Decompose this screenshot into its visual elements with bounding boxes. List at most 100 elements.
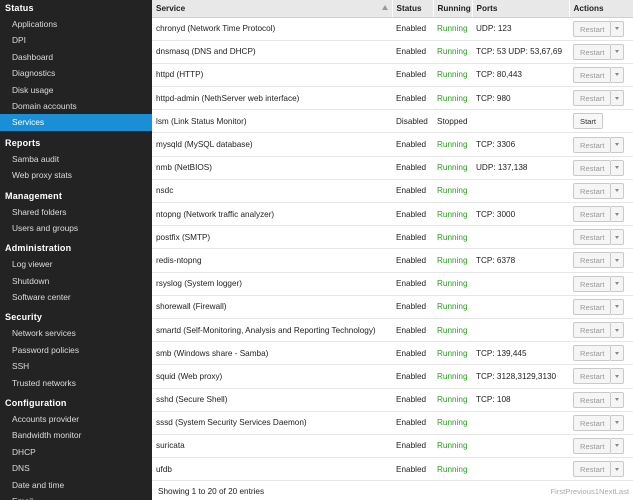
sidebar-item-web-proxy-stats[interactable]: Web proxy stats (0, 167, 152, 183)
actions-dropdown-toggle[interactable] (611, 437, 625, 454)
cell-status: Enabled (392, 179, 433, 204)
actions-dropdown-toggle[interactable] (611, 391, 625, 408)
restart-button[interactable]: Restart (573, 136, 612, 153)
cell-service: rsyslog (System logger) (152, 272, 392, 296)
restart-button[interactable]: Restart (573, 368, 612, 385)
cell-service: nmb (NetBIOS) (152, 156, 392, 180)
actions-dropdown-toggle[interactable] (611, 275, 625, 292)
restart-button[interactable]: Restart (573, 298, 612, 315)
sidebar-item-network-services[interactable]: Network services (0, 325, 152, 341)
restart-button[interactable]: Restart (573, 414, 612, 431)
restart-button[interactable]: Restart (573, 345, 612, 362)
actions-dropdown-toggle[interactable] (611, 252, 625, 269)
column-header-running[interactable]: Running (433, 0, 473, 18)
cell-status: Enabled (392, 341, 433, 366)
sidebar-item-users-and-groups[interactable]: Users and groups (0, 220, 152, 236)
actions-dropdown-toggle[interactable] (611, 414, 625, 431)
restart-button[interactable]: Restart (573, 437, 612, 454)
cell-actions: Restart (569, 179, 633, 204)
cell-actions: Restart (569, 272, 633, 296)
cell-status: Enabled (392, 225, 433, 250)
sidebar-item-shared-folders[interactable]: Shared folders (0, 204, 152, 220)
sidebar-item-dhcp[interactable]: DHCP (0, 444, 152, 460)
chevron-down-icon (615, 328, 620, 332)
services-table: Service Status Running Ports Actions chr… (152, 0, 633, 482)
sidebar-item-shutdown[interactable]: Shutdown (0, 273, 152, 289)
restart-button[interactable]: Restart (573, 43, 612, 60)
actions-dropdown-toggle[interactable] (611, 159, 625, 176)
restart-button[interactable]: Restart (573, 252, 612, 269)
sidebar-item-software-center[interactable]: Software center (0, 289, 152, 305)
sidebar-item-trusted-networks[interactable]: Trusted networks (0, 375, 152, 391)
cell-actions: Restart (569, 318, 633, 343)
column-header-service[interactable]: Service (152, 0, 393, 18)
restart-button[interactable]: Restart (573, 461, 612, 478)
cell-status: Enabled (392, 457, 433, 482)
actions-dropdown-toggle[interactable] (611, 461, 625, 478)
actions-dropdown-toggle[interactable] (611, 368, 625, 385)
actions-dropdown-toggle[interactable] (611, 182, 625, 199)
restart-button[interactable]: Restart (573, 182, 612, 199)
cell-running: Stopped (433, 109, 472, 134)
restart-button[interactable]: Restart (573, 229, 612, 246)
actions-dropdown-toggle[interactable] (611, 229, 625, 246)
sidebar-item-domain-accounts[interactable]: Domain accounts (0, 98, 152, 114)
sidebar-item-dashboard[interactable]: Dashboard (0, 49, 152, 65)
sidebar-item-dpi[interactable]: DPI (0, 32, 152, 48)
sidebar-item-email[interactable]: Email (0, 493, 152, 500)
actions-dropdown-toggle[interactable] (611, 322, 625, 339)
sidebar-item-password-policies[interactable]: Password policies (0, 342, 152, 358)
cell-running: Running (433, 225, 472, 250)
cell-status: Enabled (392, 248, 433, 273)
pagination[interactable]: FirstPrevious1NextLast (551, 487, 630, 496)
actions-dropdown-toggle[interactable] (611, 20, 625, 37)
cell-service: dnsmasq (DNS and DHCP) (152, 40, 392, 64)
sidebar-item-samba-audit[interactable]: Samba audit (0, 151, 152, 167)
restart-button[interactable]: Restart (573, 206, 612, 223)
restart-button[interactable]: Restart (573, 66, 612, 83)
actions-dropdown-toggle[interactable] (611, 43, 625, 60)
sidebar-item-services[interactable]: Services (0, 114, 152, 131)
actions-dropdown-toggle[interactable] (611, 206, 625, 223)
cell-service: redis-ntopng (152, 248, 392, 273)
sidebar-item-date-and-time[interactable]: Date and time (0, 477, 152, 493)
cell-ports: TCP: 108 (472, 388, 569, 412)
sidebar-item-diagnostics[interactable]: Diagnostics (0, 65, 152, 81)
cell-service: postfix (SMTP) (152, 225, 392, 250)
sidebar-item-log-viewer[interactable]: Log viewer (0, 256, 152, 272)
chevron-down-icon (615, 305, 620, 309)
actions-dropdown-toggle[interactable] (611, 298, 625, 315)
sidebar-item-bandwidth-monitor[interactable]: Bandwidth monitor (0, 427, 152, 443)
action-group: Restart (573, 345, 633, 362)
sidebar-item-dns[interactable]: DNS (0, 460, 152, 476)
cell-ports: TCP: 3306 (472, 132, 569, 157)
actions-dropdown-toggle[interactable] (611, 345, 625, 362)
cell-service: smb (Windows share - Samba) (152, 341, 392, 366)
cell-actions: Restart (569, 17, 633, 41)
start-button[interactable]: Start (573, 113, 604, 130)
sidebar-item-applications[interactable]: Applications (0, 16, 152, 32)
sidebar-item-disk-usage[interactable]: Disk usage (0, 82, 152, 98)
restart-button[interactable]: Restart (573, 275, 612, 292)
main-content: Service Status Running Ports Actions chr… (152, 0, 633, 500)
table-row: postfix (SMTP) Enabled Running Restart (152, 225, 633, 250)
table-row: httpd (HTTP) Enabled Running TCP: 80,443 Res… (152, 63, 633, 88)
actions-dropdown-toggle[interactable] (611, 66, 625, 83)
restart-button[interactable]: Restart (573, 20, 612, 37)
column-header-ports[interactable]: Ports (472, 0, 570, 18)
restart-button[interactable]: Restart (573, 322, 612, 339)
sidebar-item-accounts-provider[interactable]: Accounts provider (0, 411, 152, 427)
cell-status: Enabled (392, 295, 433, 319)
restart-button[interactable]: Restart (573, 391, 612, 408)
cell-running: Running (433, 179, 472, 204)
cell-actions: Restart (569, 202, 633, 227)
sidebar-item-ssh[interactable]: SSH (0, 358, 152, 374)
restart-button[interactable]: Restart (573, 90, 612, 107)
actions-dropdown-toggle[interactable] (611, 90, 625, 107)
cell-ports (472, 272, 569, 296)
column-header-actions: Actions (569, 0, 633, 18)
column-header-status[interactable]: Status (392, 0, 434, 18)
actions-dropdown-toggle[interactable] (611, 136, 625, 153)
cell-actions: Restart (569, 341, 633, 366)
restart-button[interactable]: Restart (573, 159, 612, 176)
